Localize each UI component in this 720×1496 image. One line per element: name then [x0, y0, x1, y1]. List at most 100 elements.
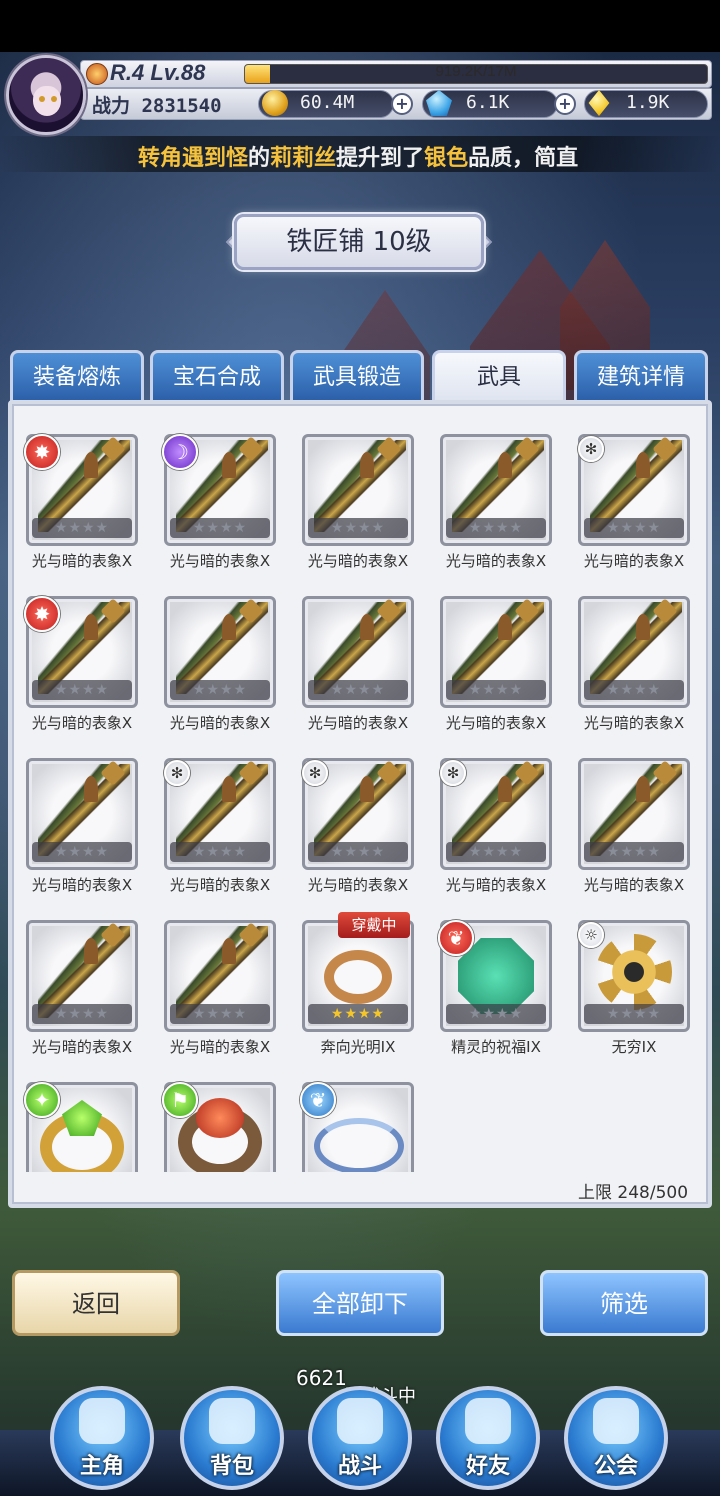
crystal-amount: 1.9K	[626, 92, 670, 113]
marquee-text: 品质，简直	[468, 146, 579, 171]
backpack-icon	[209, 1397, 255, 1444]
sword-horn	[636, 452, 650, 478]
weapon-slot[interactable]: ★★★★ 光与暗的表象X	[560, 562, 698, 732]
nav-bag[interactable]: 背包	[180, 1386, 284, 1490]
sword-horn	[360, 452, 374, 478]
sword-horn	[636, 614, 650, 640]
weapon-slot[interactable]: ★★★★ ✻ 光与暗的表象X	[560, 400, 698, 570]
weapon-slot[interactable]: ★★★★ ☽ 光与暗的表象X	[146, 400, 284, 570]
weapon-slot[interactable]: ★★★★ 光与暗的表象X	[8, 886, 146, 1056]
accessory-slot[interactable]: ✦	[8, 1048, 146, 1172]
sword-horn	[84, 938, 98, 964]
wing-icon: ❦	[300, 1082, 336, 1118]
announcement-marquee: 转角遇到怪的莉莉丝提升到了银色品质，简直	[0, 136, 720, 172]
sword-horn	[222, 776, 236, 802]
add-diamond-button[interactable]: +	[554, 93, 576, 115]
sword-horn	[222, 938, 236, 964]
sword-horn	[498, 776, 512, 802]
weapon-slot[interactable]: ★★★★ 光与暗的表象X	[146, 562, 284, 732]
gold-coin-icon	[262, 90, 288, 116]
tab-gem-synthesis[interactable]: 宝石合成	[150, 350, 284, 402]
nav-label: 背包	[209, 1454, 254, 1479]
star-rating: ★★★★	[32, 1004, 132, 1024]
marquee-text: 提升到了	[336, 146, 425, 171]
gem-icon	[196, 1098, 244, 1138]
accessory-slot[interactable]: ❦	[284, 1048, 422, 1172]
weapon-slot[interactable]: ★★★★ ✻ 光与暗的表象X	[422, 724, 560, 894]
star-rating: ★★★★	[170, 518, 270, 538]
nav-hero[interactable]: 主角	[50, 1386, 154, 1490]
weapon-slot[interactable]: ★★★★ ✸ 光与暗的表象X	[8, 562, 146, 732]
star-rating: ★★★★	[446, 842, 546, 862]
star-rating: ★★★★	[32, 842, 132, 862]
weapon-slot[interactable]: ★★★★ ✻ 光与暗的表象X	[284, 724, 422, 894]
star-rating: ★★★★	[308, 842, 408, 862]
back-button[interactable]: 返回	[12, 1270, 180, 1336]
unequip-all-button[interactable]: 全部卸下	[276, 1270, 444, 1336]
tab-weapons[interactable]: 武具	[432, 350, 566, 404]
weapon-slot[interactable]: ★★★★ 光与暗的表象X	[560, 724, 698, 894]
bracelet-icon	[314, 1118, 404, 1172]
nav-label: 战斗	[337, 1454, 382, 1479]
avatar[interactable]	[6, 55, 86, 135]
weapon-slot[interactable]: ★★★★ 光与暗的表象X	[146, 886, 284, 1056]
weapon-slot[interactable]: ★★★★ 光与暗的表象X	[284, 562, 422, 732]
accessory-slot[interactable]: ⚑	[146, 1048, 284, 1172]
dark-icon: ☽	[162, 434, 198, 470]
wind-icon: ✻	[302, 760, 328, 786]
star-rating: ★★★★	[446, 680, 546, 700]
wind-icon: ✻	[164, 760, 190, 786]
marquee-text: 转角遇到怪	[138, 146, 249, 171]
star-rating: ★★★★	[584, 842, 684, 862]
star-rating: ★★★★	[170, 680, 270, 700]
weapon-slot[interactable]: ★★★★ 光与暗的表象X	[8, 724, 146, 894]
item-name: 无穷IX	[611, 1038, 657, 1056]
crossed-swords-icon	[337, 1397, 383, 1444]
star-rating: ★★★★	[170, 842, 270, 862]
wind-icon: ✻	[578, 436, 604, 462]
tab-weapon-forging[interactable]: 武具锻造	[290, 350, 424, 402]
avatar-eye	[39, 96, 45, 102]
weapon-slot[interactable]: ★★★★ 光与暗的表象X	[422, 400, 560, 570]
nav-label: 主角	[79, 1454, 124, 1479]
star-rating: ★★★★	[584, 1004, 684, 1024]
weapon-slot[interactable]: ★★★★ ✸ 光与暗的表象X	[8, 400, 146, 570]
marquee-text: 莉莉丝	[270, 146, 337, 171]
filter-button[interactable]: 筛选	[540, 1270, 708, 1336]
gold-amount: 60.4M	[300, 92, 355, 113]
accessory-slot[interactable]: ★★★★ 穿戴中 奔向光明IX	[284, 886, 422, 1056]
star-rating: ★★★★	[170, 1004, 270, 1024]
tab-equipment-smelting[interactable]: 装备熔炼	[10, 350, 144, 402]
star-rating: ★★★★	[446, 518, 546, 538]
power-display: 战力 2831540	[92, 91, 222, 118]
accessory-slot[interactable]: ★★★★ ❦ 精灵的祝福IX	[422, 886, 560, 1056]
star-rating: ★★★★	[32, 680, 132, 700]
capacity-counter: 上限 248/500	[578, 1178, 688, 1203]
rank-icon	[86, 63, 108, 85]
weapon-slot[interactable]: ★★★★ 光与暗的表象X	[284, 400, 422, 570]
star-rating: ★★★★	[584, 680, 684, 700]
star-rating: ★★★★	[308, 680, 408, 700]
fire-icon: ✸	[24, 434, 60, 470]
weapon-slot[interactable]: ★★★★ ✻ 光与暗的表象X	[146, 724, 284, 894]
nav-guild[interactable]: 公会	[564, 1386, 668, 1490]
rank-level: R.4 Lv.88	[110, 60, 206, 85]
add-gold-button[interactable]: +	[391, 93, 413, 115]
sword-horn	[498, 452, 512, 478]
sword-horn	[222, 452, 236, 478]
sun-icon: ☼	[578, 922, 604, 948]
avatar-face	[33, 86, 61, 116]
wing-icon: ❦	[438, 920, 474, 956]
capacity-value: 248/500	[617, 1183, 689, 1203]
exp-text: 919.2K/17M	[435, 63, 517, 80]
weapon-slot[interactable]: ★★★★ 光与暗的表象X	[422, 562, 560, 732]
nav-label: 好友	[465, 1454, 510, 1479]
accessory-slot[interactable]: ★★★★ ☼ 无穷IX	[560, 886, 698, 1056]
nav-friends[interactable]: 好友	[436, 1386, 540, 1490]
page-title: 铁匠铺 10级	[234, 214, 484, 270]
guild-emblem-icon	[593, 1397, 639, 1444]
nav-battle[interactable]: 战斗	[308, 1386, 412, 1490]
star-rating: ★★★★	[32, 518, 132, 538]
tab-building-details[interactable]: 建筑详情	[574, 350, 708, 402]
wind-icon: ✻	[440, 760, 466, 786]
